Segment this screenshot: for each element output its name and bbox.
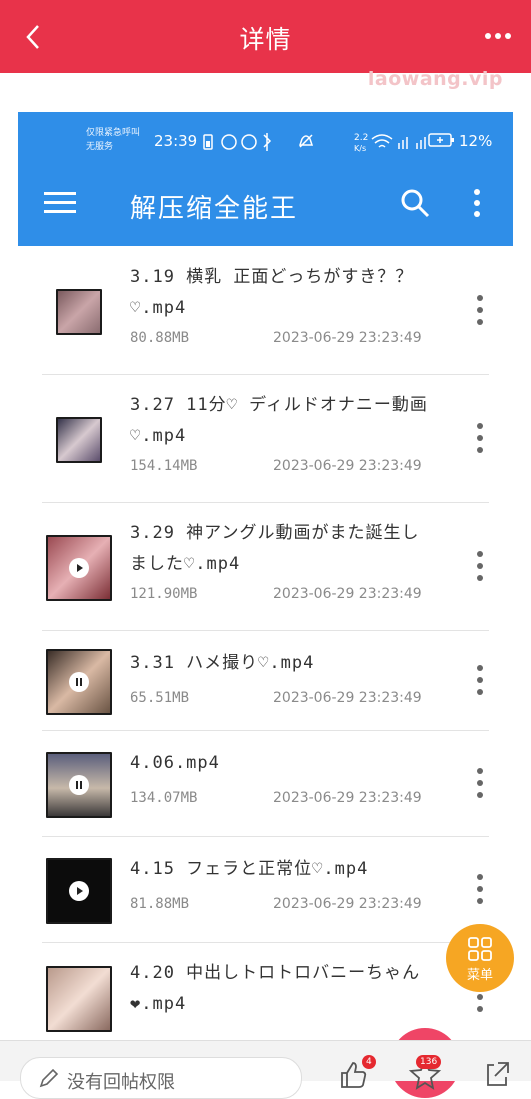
file-row[interactable]: 3.27 11分♡ ディルドオナニー動画♡.mp4 154.14MB 2023-06… (18, 374, 513, 502)
file-more-icon[interactable] (473, 663, 487, 697)
file-date: 2023-06-29 23:23:49 (273, 896, 422, 912)
overflow-menu-icon[interactable] (470, 188, 484, 218)
page-title: 详情 (239, 25, 292, 54)
video-thumbnail (46, 752, 112, 818)
bottom-bar: 没有回帖权限 4 136 (0, 1040, 531, 1099)
fab-label: 菜单 (466, 968, 493, 983)
file-size: 65.51MB (130, 690, 190, 706)
pencil-icon (39, 1068, 59, 1088)
more-icon[interactable] (483, 24, 513, 48)
play-icon (69, 881, 89, 901)
video-thumbnail (46, 649, 112, 715)
pause-icon (69, 672, 89, 692)
watermark: laowang.vip (367, 68, 503, 90)
battery-icon (428, 133, 454, 147)
file-row[interactable]: 3.31 ハメ撮り♡.mp4 65.51MB 2023-06-29 23:23:49 (18, 630, 513, 730)
file-more-icon[interactable] (473, 872, 487, 906)
pause-icon (69, 775, 89, 795)
video-thumbnail (46, 966, 112, 1032)
reply-input[interactable]: 没有回帖权限 (20, 1057, 302, 1099)
svg-text:K/s: K/s (354, 144, 366, 153)
file-size: 154.14MB (130, 458, 198, 474)
file-more-icon[interactable] (473, 549, 487, 583)
file-size: 81.88MB (130, 896, 190, 912)
like-count-badge: 4 (362, 1055, 376, 1069)
status-icons: 2.2 K/s (203, 133, 426, 153)
file-size: 121.90MB (130, 586, 198, 602)
battery-percent: 12% (459, 132, 493, 150)
play-icon (69, 558, 89, 578)
file-more-icon[interactable] (473, 766, 487, 800)
file-name: 3.27 11分♡ ディルドオナニー動画♡.mp4 (130, 395, 428, 446)
favorite-count-badge: 136 (416, 1055, 442, 1069)
file-name: 3.31 ハメ撮り♡.mp4 (130, 653, 315, 673)
status-speed: 2.2 (354, 133, 368, 143)
file-row[interactable]: 3.29 神アングル動画がまた誕生しました♡.mp4 121.90MB 2023-0… (18, 502, 513, 630)
file-name: 4.15 フェラと正常位♡.mp4 (130, 859, 369, 879)
status-carrier: 仅限紧急呼叫 无服务 (86, 128, 141, 152)
menu-fab[interactable]: 菜单 (446, 924, 514, 992)
hamburger-menu-icon[interactable] (44, 190, 76, 216)
file-row[interactable]: 4.15 フェラと正常位♡.mp4 81.88MB 2023-06-29 23:23… (18, 836, 513, 942)
status-time: 23:39 (154, 132, 198, 150)
file-more-icon[interactable] (473, 293, 487, 327)
file-date: 2023-06-29 23:23:49 (273, 330, 422, 346)
video-thumbnail (56, 417, 102, 463)
file-size: 134.07MB (130, 790, 198, 806)
share-icon[interactable] (480, 1057, 514, 1091)
grid-icon (468, 937, 492, 961)
file-row[interactable]: 4.06.mp4 134.07MB 2023-06-29 23:23:49 (18, 730, 513, 836)
post-image[interactable]: 仅限紧急呼叫 无服务 23:39 2.2 K/s 12% 解压缩全能王 3.19… (18, 112, 513, 1042)
file-name: 3.29 神アングル動画がまた誕生しました♡.mp4 (130, 523, 420, 574)
search-icon[interactable] (400, 188, 430, 218)
file-name: 4.06.mp4 (130, 753, 220, 773)
reply-placeholder: 没有回帖权限 (67, 1072, 175, 1093)
file-date: 2023-06-29 23:23:49 (273, 586, 422, 602)
top-bar: 详情 (0, 0, 531, 73)
app-title: 解压缩全能王 (130, 194, 299, 224)
phone-app-header: 仅限紧急呼叫 无服务 23:39 2.2 K/s 12% 解压缩全能王 (18, 112, 513, 246)
file-more-icon[interactable] (473, 421, 487, 455)
video-thumbnail (46, 535, 112, 601)
file-name: 3.19 横乳 正面どっちがすき？？ ♡.mp4 (130, 267, 414, 318)
file-row[interactable]: 4.20 中出しトロトロバニーちゃん❤.mp4 (18, 942, 513, 1042)
file-date: 2023-06-29 23:23:49 (273, 790, 422, 806)
file-date: 2023-06-29 23:23:49 (273, 690, 422, 706)
file-size: 80.88MB (130, 330, 190, 346)
video-thumbnail (56, 289, 102, 335)
file-row[interactable]: 3.19 横乳 正面どっちがすき？？ ♡.mp4 80.88MB 2023-06-2… (18, 246, 513, 374)
video-thumbnail (46, 858, 112, 924)
file-date: 2023-06-29 23:23:49 (273, 458, 422, 474)
file-name: 4.20 中出しトロトロバニーちゃん❤.mp4 (130, 963, 421, 1014)
